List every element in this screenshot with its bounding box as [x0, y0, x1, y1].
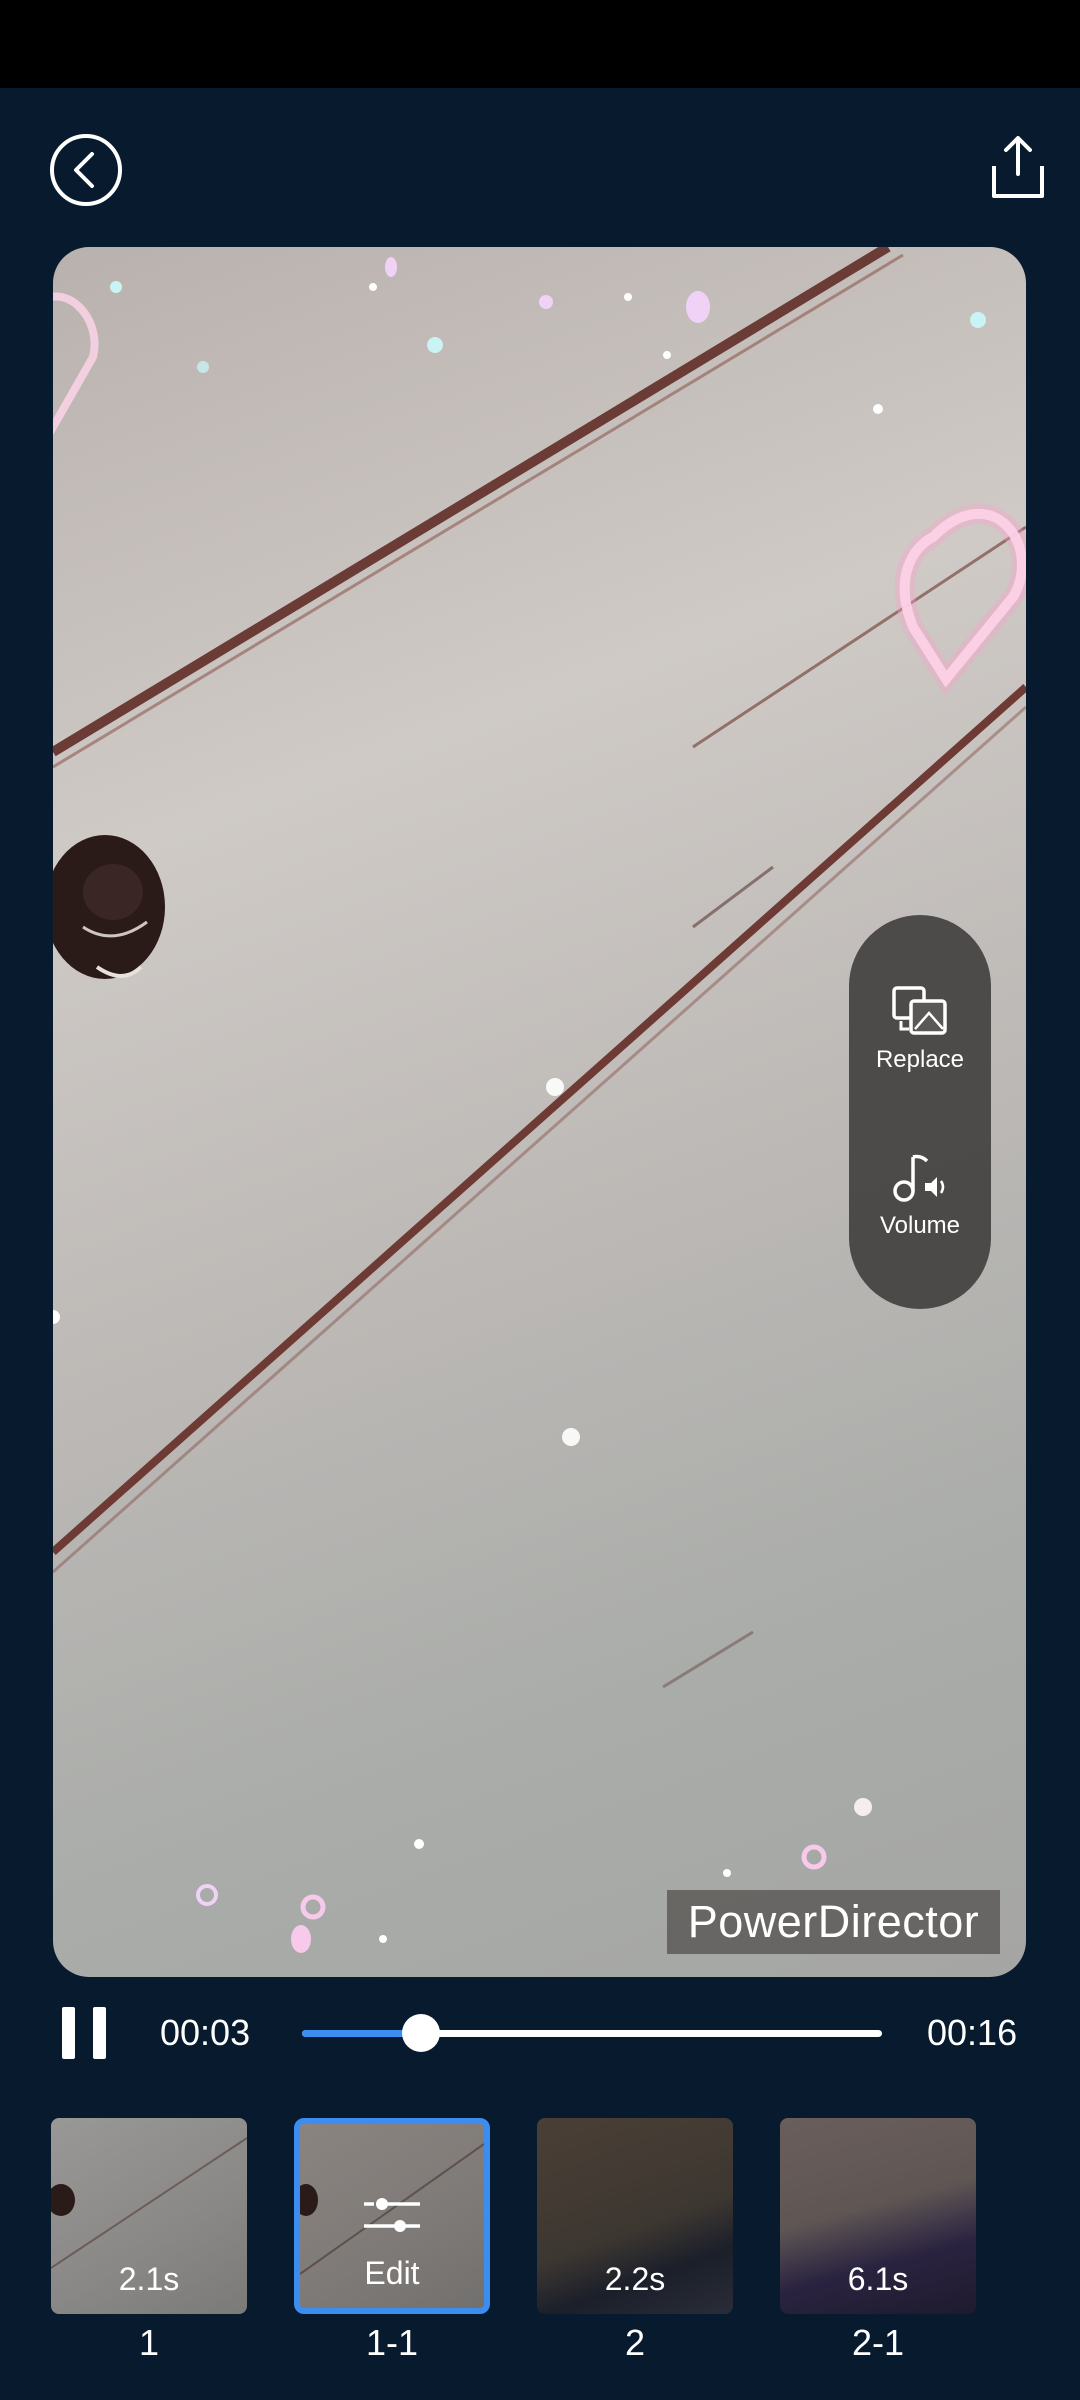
share-upload-icon: [992, 136, 1044, 198]
watermark: PowerDirector: [667, 1890, 1000, 1954]
current-time: 00:03: [160, 2012, 251, 2053]
status-bar: [0, 0, 1080, 88]
seek-handle[interactable]: [401, 2014, 440, 2052]
clip-label: 1-1: [365, 2322, 419, 2363]
replace-label: Replace: [875, 1046, 965, 1073]
clip-duration: 2.2s: [604, 2261, 666, 2297]
replace-icon: [892, 986, 947, 1035]
share-button[interactable]: [990, 136, 1046, 200]
clip-action-panel: Replace Volume: [849, 915, 991, 1309]
clip-thumbnail[interactable]: 2.2s: [537, 2118, 733, 2314]
adjust-sliders-icon: [364, 2198, 420, 2232]
clip-label: 2: [624, 2322, 646, 2363]
pause-icon: [62, 2007, 75, 2059]
clip-thumbnail[interactable]: 6.1s: [780, 2118, 976, 2314]
seek-bar[interactable]: [302, 2030, 882, 2037]
total-time: 00:16: [927, 2012, 1018, 2053]
pause-icon-bar: [93, 2007, 106, 2059]
clip-thumbnail-selected[interactable]: Edit: [294, 2118, 490, 2314]
clip-duration: 2.1s: [118, 2261, 180, 2297]
volume-label: Volume: [879, 1212, 961, 1239]
music-volume-icon: [893, 1154, 945, 1202]
chevron-left-icon: [74, 152, 94, 188]
clip-thumbnail[interactable]: 2.1s: [51, 2118, 247, 2314]
volume-button[interactable]: Volume: [849, 1151, 991, 1240]
clip-label: 2-1: [851, 2322, 905, 2363]
clip-label: 1: [138, 2322, 160, 2363]
edit-label: Edit: [364, 2255, 420, 2291]
replace-button[interactable]: Replace: [849, 985, 991, 1074]
clip-duration: 6.1s: [847, 2261, 909, 2297]
pause-button[interactable]: [62, 2007, 108, 2059]
back-button[interactable]: [50, 134, 122, 206]
video-preview[interactable]: PowerDirector Replace Volume: [53, 247, 1026, 1977]
